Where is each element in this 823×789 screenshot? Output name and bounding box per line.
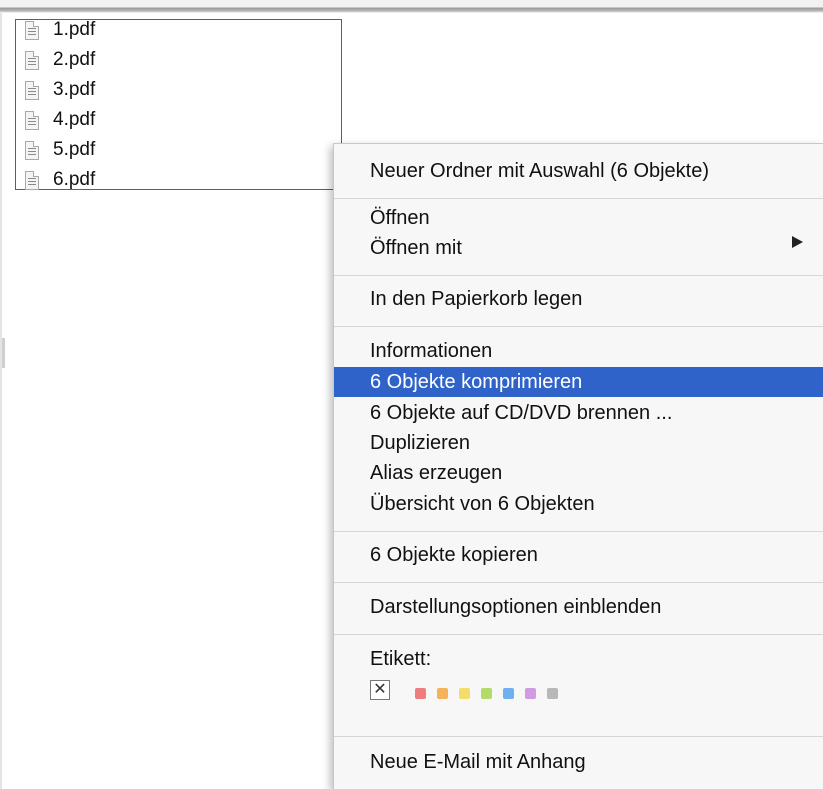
file-name: 5.pdf bbox=[53, 139, 96, 160]
label-yellow-swatch[interactable] bbox=[459, 688, 470, 699]
file-name: 1.pdf bbox=[53, 19, 96, 40]
label-green-swatch[interactable] bbox=[481, 688, 492, 699]
file-item[interactable]: 1.pdf bbox=[25, 15, 95, 45]
menu-item-new-email-with-attachment[interactable]: Neue E-Mail mit Anhang bbox=[370, 747, 586, 777]
label-blue-swatch[interactable] bbox=[503, 688, 514, 699]
menu-item-show-view-options[interactable]: Darstellungsoptionen einblenden bbox=[370, 592, 661, 622]
file-name: 6.pdf bbox=[53, 169, 96, 190]
window-left-edge bbox=[0, 13, 2, 789]
menu-separator bbox=[334, 275, 823, 276]
menu-item-copy[interactable]: 6 Objekte kopieren bbox=[370, 540, 538, 570]
menu-separator bbox=[334, 582, 823, 583]
menu-separator bbox=[334, 736, 823, 737]
context-menu: Neuer Ordner mit Auswahl (6 Objekte) Öff… bbox=[333, 143, 823, 789]
menu-item-move-to-trash[interactable]: In den Papierkorb legen bbox=[370, 284, 582, 314]
label-gray-swatch[interactable] bbox=[547, 688, 558, 699]
pdf-file-icon bbox=[25, 110, 39, 130]
menu-item-quick-look[interactable]: Übersicht von 6 Objekten bbox=[370, 489, 595, 519]
menu-item-open-with[interactable]: Öffnen mit bbox=[370, 233, 462, 263]
file-name: 3.pdf bbox=[53, 79, 96, 100]
pdf-file-icon bbox=[25, 170, 39, 190]
menu-item-make-alias[interactable]: Alias erzeugen bbox=[370, 458, 502, 488]
menu-separator bbox=[334, 531, 823, 532]
menu-item-open[interactable]: Öffnen bbox=[370, 203, 430, 233]
label-heading: Etikett: bbox=[370, 648, 432, 670]
menu-separator bbox=[334, 326, 823, 327]
pdf-file-icon bbox=[25, 50, 39, 70]
window-top-edge bbox=[0, 0, 823, 13]
file-item[interactable]: 5.pdf bbox=[25, 135, 95, 165]
label-none-icon[interactable]: ✕ bbox=[370, 680, 390, 700]
file-item[interactable]: 3.pdf bbox=[25, 75, 95, 105]
menu-separator bbox=[334, 198, 823, 199]
file-name: 2.pdf bbox=[53, 49, 96, 70]
label-purple-swatch[interactable] bbox=[525, 688, 536, 699]
menu-item-duplicate[interactable]: Duplizieren bbox=[370, 428, 470, 458]
resize-handle[interactable] bbox=[2, 338, 5, 368]
menu-item-compress[interactable]: 6 Objekte komprimieren bbox=[334, 367, 823, 397]
pdf-file-icon bbox=[25, 140, 39, 160]
file-item[interactable]: 6.pdf bbox=[25, 165, 95, 195]
menu-separator bbox=[334, 634, 823, 635]
file-name: 4.pdf bbox=[53, 109, 96, 130]
label-orange-swatch[interactable] bbox=[437, 688, 448, 699]
submenu-arrow-icon bbox=[792, 236, 803, 248]
pdf-file-icon bbox=[25, 20, 39, 40]
label-red-swatch[interactable] bbox=[415, 688, 426, 699]
menu-item-burn-to-disc[interactable]: 6 Objekte auf CD/DVD brennen ... bbox=[370, 398, 672, 428]
menu-item-get-info[interactable]: Informationen bbox=[370, 336, 492, 366]
menu-item-new-folder-with-selection[interactable]: Neuer Ordner mit Auswahl (6 Objekte) bbox=[370, 156, 709, 186]
pdf-file-icon bbox=[25, 80, 39, 100]
file-item[interactable]: 2.pdf bbox=[25, 45, 95, 75]
file-item[interactable]: 4.pdf bbox=[25, 105, 95, 135]
